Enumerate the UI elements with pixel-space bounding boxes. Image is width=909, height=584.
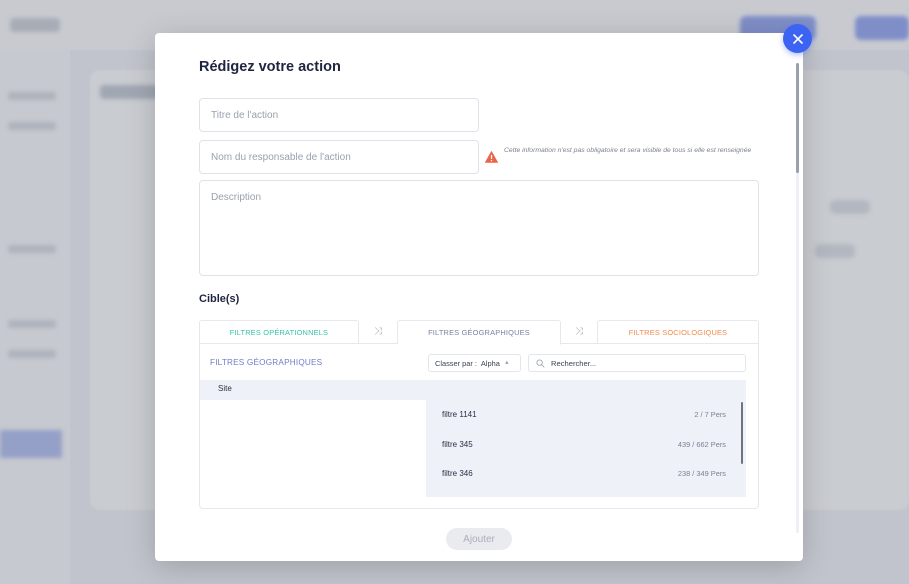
- optional-info-notice: Cette information n'est pas obligatoire …: [485, 146, 765, 163]
- filter-count: 439 / 662 Pers: [677, 440, 726, 449]
- description-textarea[interactable]: [211, 192, 758, 268]
- filter-search-field[interactable]: [528, 354, 746, 372]
- list-item[interactable]: filtre 1141 2 / 7 Pers: [426, 401, 740, 428]
- modal-scrollbar[interactable]: [796, 63, 799, 173]
- tab-sociological-filters[interactable]: FILTRES SOCIOLOGIQUES: [597, 320, 759, 344]
- responsible-name-field[interactable]: [199, 140, 479, 174]
- warning-text: Cette information n'est pas obligatoire …: [504, 147, 752, 154]
- modal-title: Rédigez votre action: [199, 59, 341, 75]
- filter-count: 2 / 7 Pers: [694, 410, 726, 419]
- filter-name: filtre 345: [442, 440, 473, 449]
- filter-list: filtre 1141 2 / 7 Pers filtre 345 439 / …: [426, 394, 746, 497]
- site-group-label: Site: [218, 384, 232, 393]
- sort-value: Alpha: [480, 358, 500, 368]
- responsible-name-input[interactable]: [211, 151, 478, 163]
- filter-list-scrollbar[interactable]: [741, 402, 743, 464]
- close-modal-button[interactable]: [783, 24, 812, 53]
- sort-arrow-icon: ▲: [503, 360, 510, 366]
- tab-operational-filters[interactable]: FILTRES OPÉRATIONNELS: [199, 320, 359, 344]
- search-icon: [536, 358, 545, 368]
- add-button[interactable]: Ajouter: [446, 528, 512, 550]
- targets-heading: Cible(s): [199, 293, 240, 305]
- description-field[interactable]: [199, 180, 759, 276]
- shuffle-icon[interactable]: ⤨: [371, 326, 385, 338]
- filter-name: filtre 346: [442, 469, 473, 478]
- action-title-input[interactable]: [211, 109, 478, 121]
- filter-search-input[interactable]: [551, 358, 731, 368]
- geographic-filters-panel: FILTRES GÉOGRAPHIQUES Classer par : Alph…: [199, 344, 759, 509]
- target-filter-tabs: FILTRES OPÉRATIONNELS ⤨ FILTRES GÉOGRAPH…: [199, 320, 759, 345]
- warning-icon: [485, 151, 498, 163]
- panel-title: FILTRES GÉOGRAPHIQUES: [210, 358, 323, 367]
- list-item[interactable]: filtre 345 439 / 662 Pers: [426, 431, 740, 458]
- close-icon: [792, 33, 803, 44]
- action-title-field[interactable]: [199, 98, 479, 132]
- shuffle-icon[interactable]: ⤨: [572, 326, 586, 338]
- action-modal: Rédigez votre action Cette information n…: [155, 33, 803, 561]
- tab-geographic-filters[interactable]: FILTRES GÉOGRAPHIQUES: [397, 320, 561, 345]
- sort-dropdown[interactable]: Classer par : Alpha ▲: [428, 354, 521, 372]
- filter-count: 238 / 349 Pers: [677, 469, 726, 478]
- filter-name: filtre 1141: [442, 410, 477, 419]
- list-item[interactable]: filtre 346 238 / 349 Pers: [426, 460, 740, 487]
- sort-label: Classer par :: [435, 358, 477, 368]
